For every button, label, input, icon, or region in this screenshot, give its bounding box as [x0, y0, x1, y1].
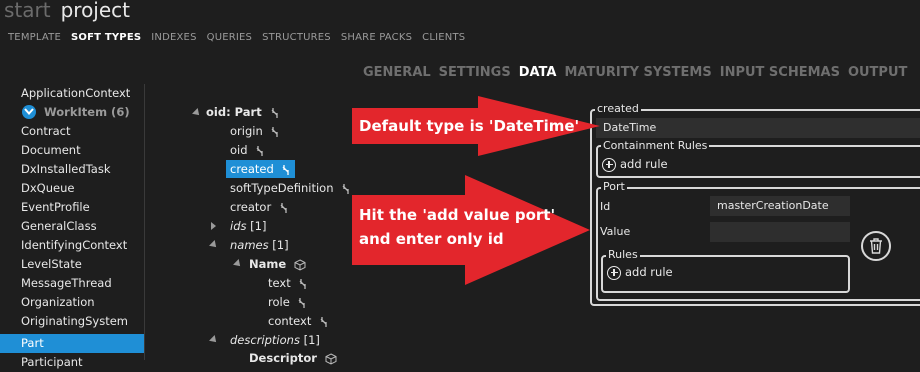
callout-text-2a: Hit the 'add value port': [359, 206, 556, 224]
annotation-arrows: [352, 96, 600, 285]
callout-text-2b: and enter only id: [359, 230, 504, 248]
callout-text-1: Default type is 'DateTime': [359, 117, 580, 135]
